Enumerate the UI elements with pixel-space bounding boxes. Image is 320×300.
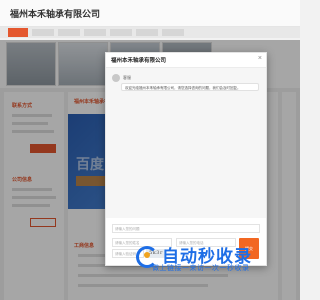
agent-name: 客服 xyxy=(123,75,131,80)
nav-item[interactable] xyxy=(162,29,184,36)
agent-avatar xyxy=(112,74,120,82)
chat-dialog: 福州本禾轴承有限公司 × 客服 欢迎光临福州本禾轴承有限公司，请您选择咨询的问题… xyxy=(105,52,267,266)
nav-item[interactable] xyxy=(84,29,106,36)
nav-item[interactable] xyxy=(110,29,132,36)
greeting-message: 欢迎光临福州本禾轴承有限公司，请您选择咨询的问题，我们会及时回复。 xyxy=(121,83,259,91)
watermark-icon xyxy=(136,245,158,268)
nav-item[interactable] xyxy=(58,29,80,36)
top-header: 福州本禾轴承有限公司 xyxy=(0,0,300,27)
close-icon[interactable]: × xyxy=(258,55,262,63)
nav-bar xyxy=(0,27,300,38)
dialog-header: 福州本禾轴承有限公司 × xyxy=(106,53,266,68)
nav-item[interactable] xyxy=(32,29,54,36)
message-input[interactable]: 请输入您的问题 xyxy=(112,224,260,233)
nav-item[interactable] xyxy=(136,29,158,36)
chat-messages: 客服 欢迎光临福州本禾轴承有限公司，请您选择咨询的问题，我们会及时回复。 xyxy=(106,68,266,218)
dialog-title: 福州本禾轴承有限公司 xyxy=(111,58,167,64)
watermark-tagline: 做上链接一来访一次一秒收录 xyxy=(152,265,250,272)
site-title: 福州本禾轴承有限公司 xyxy=(10,9,101,19)
nav-home[interactable] xyxy=(8,28,28,37)
